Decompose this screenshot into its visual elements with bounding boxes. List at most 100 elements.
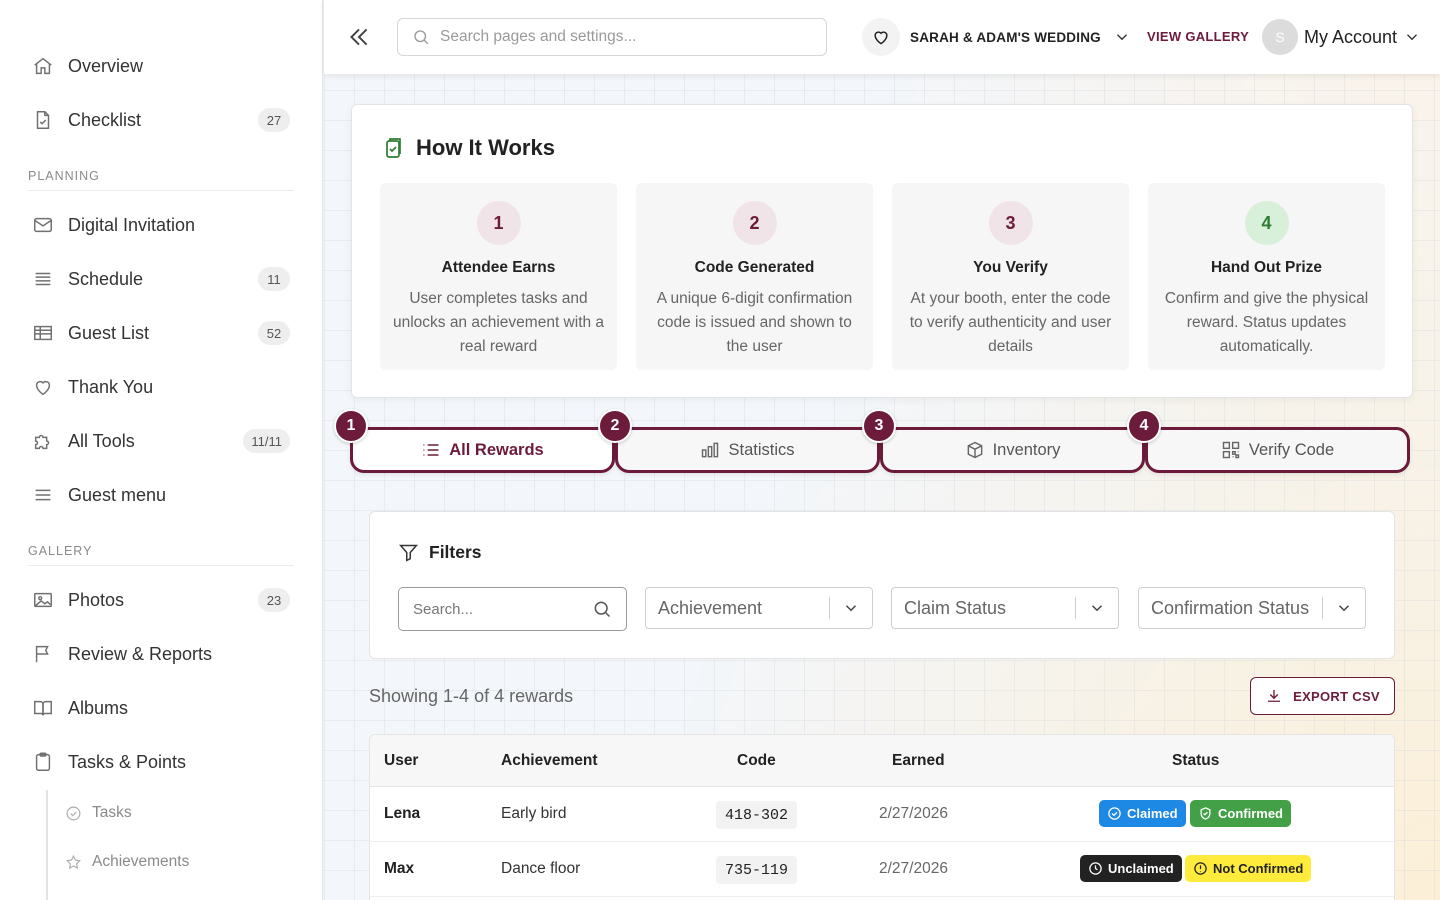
- clipboard-check-icon: [382, 136, 406, 160]
- claim-status-select[interactable]: Claim Status: [891, 587, 1119, 629]
- checklist-icon: [32, 109, 54, 131]
- step-number: 1: [476, 201, 521, 245]
- count-badge: 52: [258, 321, 290, 345]
- sidebar-subitem-achievements[interactable]: Achievements: [64, 847, 189, 877]
- chevron-down-icon: [1335, 599, 1353, 617]
- topbar: SARAH & ADAM'S WEDDING VIEW GALLERY S My…: [324, 0, 1440, 74]
- step-number: 4: [1244, 201, 1289, 245]
- export-csv-button[interactable]: EXPORT CSV: [1250, 677, 1395, 715]
- select-value: Confirmation Status: [1151, 597, 1310, 618]
- sidebar: Overview Checklist 27 PLANNING Digital I…: [0, 0, 323, 900]
- tab-step-number: 2: [598, 409, 632, 443]
- how-it-works-card: How It Works 1 Attendee Earns User compl…: [351, 104, 1413, 398]
- tab-statistics[interactable]: Statistics: [615, 427, 880, 473]
- filters-card: Filters Achievement Claim Status Confirm…: [369, 511, 1395, 659]
- count-badge: 11: [258, 267, 290, 291]
- sidebar-item-schedule[interactable]: Schedule 11: [22, 257, 294, 301]
- tab-inventory[interactable]: Inventory: [880, 427, 1145, 473]
- filter-search-input[interactable]: [413, 600, 583, 618]
- table-row[interactable]: Max Dance floor 735-119 2/27/2026 Unclai…: [370, 842, 1394, 897]
- sidebar-item-all-tools[interactable]: All Tools 11/11: [22, 419, 294, 463]
- image-icon: [32, 589, 54, 611]
- sidebar-subitem-label: Achievements: [92, 853, 190, 870]
- shield-check-icon: [1198, 806, 1213, 821]
- step-description: Confirm and give the physical reward. St…: [1164, 290, 1369, 355]
- sidebar-subitem-label: Tasks: [92, 804, 132, 821]
- mail-icon: [32, 214, 54, 236]
- tab-label: Inventory: [992, 440, 1061, 459]
- sidebar-item-digital-invitation[interactable]: Digital Invitation: [22, 203, 294, 247]
- sidebar-item-label: Schedule: [68, 268, 144, 289]
- book-icon: [32, 697, 54, 719]
- status-label: Claimed: [1127, 806, 1178, 821]
- box-icon: [965, 440, 985, 460]
- collapse-sidebar-button[interactable]: [346, 24, 372, 50]
- clock-icon: [1088, 861, 1103, 876]
- confirmation-status-select[interactable]: Confirmation Status: [1138, 587, 1366, 629]
- sidebar-item-review-reports[interactable]: Review & Reports: [22, 632, 294, 676]
- search-input[interactable]: [440, 28, 800, 46]
- tab-step-number: 1: [334, 409, 368, 443]
- cell-achievement: Dance floor: [501, 860, 581, 877]
- menu-icon: [32, 484, 54, 506]
- sidebar-item-albums[interactable]: Albums: [22, 686, 294, 730]
- filter-search[interactable]: [398, 587, 627, 631]
- event-selector[interactable]: SARAH & ADAM'S WEDDING: [862, 18, 1131, 56]
- event-name: SARAH & ADAM'S WEDDING: [910, 29, 1101, 45]
- results-count: Showing 1-4 of 4 rewards: [369, 686, 574, 706]
- step-card: 3 You Verify At your booth, enter the co…: [892, 183, 1129, 370]
- count-badge: 23: [258, 588, 290, 612]
- select-value: Achievement: [658, 597, 763, 618]
- check-circle-icon: [64, 804, 82, 822]
- sidebar-item-label: Photos: [68, 589, 125, 610]
- step-description: User completes tasks and unlocks an achi…: [392, 290, 605, 355]
- account-menu[interactable]: S My Account: [1262, 18, 1421, 56]
- sidebar-item-label: Guest menu: [68, 484, 167, 505]
- status-badge-claimed: Claimed: [1099, 800, 1186, 827]
- section-title-planning: PLANNING: [28, 169, 294, 191]
- step-card: 4 Hand Out Prize Confirm and give the ph…: [1148, 183, 1385, 370]
- heart-icon: [862, 18, 900, 56]
- filters-header: Filters: [398, 542, 482, 563]
- tab-label: Statistics: [728, 440, 795, 459]
- column-header: Earned: [892, 752, 945, 769]
- sidebar-item-thank-you[interactable]: Thank You: [22, 365, 294, 409]
- schedule-icon: [32, 268, 54, 290]
- home-icon: [32, 55, 54, 77]
- column-header: Code: [737, 752, 776, 769]
- sidebar-item-photos[interactable]: Photos 23: [22, 578, 294, 622]
- export-label: EXPORT CSV: [1293, 688, 1380, 704]
- divider: [829, 597, 830, 619]
- cell-user: Max: [384, 860, 415, 877]
- sidebar-item-overview[interactable]: Overview: [22, 44, 294, 88]
- status-label: Confirmed: [1218, 806, 1283, 821]
- sidebar-subitem-tasks[interactable]: Tasks: [64, 798, 132, 828]
- tab-verify-code[interactable]: Verify Code: [1145, 427, 1410, 473]
- filters-title: Filters: [429, 542, 482, 562]
- sidebar-item-label: Albums: [68, 697, 129, 718]
- cell-user: Lena: [384, 805, 421, 822]
- status-badge-confirmed: Confirmed: [1190, 800, 1291, 827]
- download-icon: [1265, 687, 1283, 705]
- achievement-select[interactable]: Achievement: [645, 587, 873, 629]
- tab-step-number: 4: [1127, 409, 1161, 443]
- sidebar-item-checklist[interactable]: Checklist 27: [22, 98, 294, 142]
- table-row[interactable]: Lena Early bird 418-302 2/27/2026 Claime…: [370, 787, 1394, 842]
- view-gallery-link[interactable]: VIEW GALLERY: [1147, 29, 1249, 44]
- sidebar-item-label: Digital Invitation: [68, 214, 196, 235]
- submenu-line: [46, 790, 48, 900]
- status-label: Unclaimed: [1108, 861, 1174, 876]
- tab-all-rewards[interactable]: All Rewards: [350, 427, 615, 473]
- column-header: User: [384, 752, 419, 769]
- tab-label: Verify Code: [1248, 440, 1335, 459]
- step-number: 2: [732, 201, 777, 245]
- sidebar-item-tasks-points[interactable]: Tasks & Points: [22, 740, 294, 784]
- step-card: 2 Code Generated A unique 6-digit confir…: [636, 183, 873, 370]
- step-title: Hand Out Prize: [1210, 259, 1323, 276]
- sidebar-item-label: Review & Reports: [68, 643, 213, 664]
- sidebar-item-guest-menu[interactable]: Guest menu: [22, 473, 294, 517]
- rewards-table: User Achievement Code Earned Status Lena…: [369, 734, 1395, 900]
- sidebar-item-guest-list[interactable]: Guest List 52: [22, 311, 294, 355]
- cell-code: 735-119: [716, 856, 798, 884]
- global-search[interactable]: [397, 18, 827, 56]
